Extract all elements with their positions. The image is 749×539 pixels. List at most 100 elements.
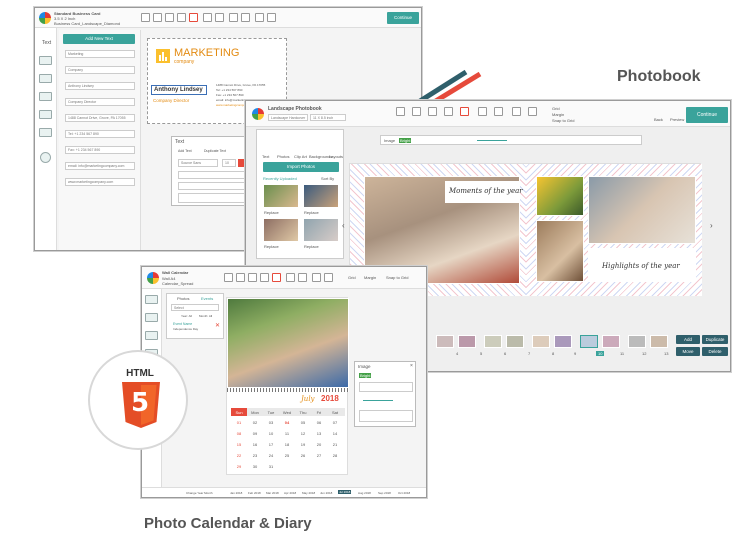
zoom-out-button[interactable]	[324, 273, 333, 282]
month-chip[interactable]: Feb 2018	[248, 491, 261, 495]
sidebar-item-shapes[interactable]	[39, 74, 52, 83]
tab-photos[interactable]: Photos	[177, 296, 189, 301]
add-photo-button[interactable]	[141, 13, 150, 22]
font-select[interactable]: Source Sans	[178, 159, 218, 167]
tab-text[interactable]: Text	[262, 154, 269, 159]
text-field-8[interactable]: email: info@marketingcompany.com	[65, 162, 135, 170]
undo-button[interactable]	[203, 13, 212, 22]
replace-button[interactable]: Replace	[304, 244, 319, 249]
zoom-out-button[interactable]	[528, 107, 537, 116]
day-cell[interactable]: 23	[247, 453, 263, 458]
delete-button[interactable]	[272, 273, 281, 282]
day-cell[interactable]: 01	[231, 420, 247, 425]
margin-checkbox[interactable]: Margin	[364, 275, 376, 280]
year-filter[interactable]: Year: All	[181, 314, 192, 318]
upload-thumb-4[interactable]	[303, 218, 339, 242]
day-cell[interactable]: 15	[231, 442, 247, 447]
duplicate-text-link[interactable]: Duplicate Text	[204, 149, 226, 153]
sidebar-item-text[interactable]	[145, 295, 158, 304]
zoom-in-button[interactable]	[312, 273, 321, 282]
paste-button[interactable]	[260, 273, 269, 282]
zoom-in-button[interactable]	[229, 13, 238, 22]
day-cell[interactable]: 16	[247, 442, 263, 447]
text-field-2[interactable]: Company	[65, 66, 135, 74]
redo-button[interactable]	[298, 273, 307, 282]
tab-events[interactable]: Events	[201, 296, 213, 301]
sidebar-item-help[interactable]	[40, 152, 51, 163]
month-chip[interactable]: Jan 2018	[230, 491, 242, 495]
settings-button[interactable]	[267, 13, 276, 22]
month-chip[interactable]: Oct 2018	[398, 491, 410, 495]
month-chip[interactable]: Apr 2018	[284, 491, 296, 495]
day-cell-event[interactable]: 04	[279, 420, 295, 425]
image-actions-row[interactable]	[359, 410, 413, 422]
month-filter[interactable]: Month: All	[199, 314, 212, 318]
page-thumb[interactable]	[436, 335, 454, 348]
upload-thumb-3[interactable]	[263, 218, 299, 242]
sunflower-photo[interactable]	[536, 176, 584, 216]
sidebar-item-stickers[interactable]	[39, 92, 52, 101]
margin-checkbox[interactable]: Margin	[552, 112, 564, 117]
page-thumb[interactable]	[484, 335, 502, 348]
text-actions-row[interactable]	[178, 193, 246, 203]
text-style-row[interactable]	[178, 171, 246, 179]
add-photo-button[interactable]	[224, 273, 233, 282]
text-field-1[interactable]: Marketing	[65, 50, 135, 58]
next-page-arrow[interactable]: ›	[710, 221, 713, 230]
day-cell[interactable]: 26	[295, 453, 311, 458]
text-align-row[interactable]	[178, 182, 246, 190]
pb-continue-button[interactable]: Continue	[686, 107, 728, 123]
day-cell[interactable]: 17	[263, 442, 279, 447]
day-cell[interactable]: 29	[231, 464, 247, 469]
import-photos-button[interactable]: Import Photos	[263, 162, 339, 172]
pb-size-select[interactable]: 11 X 8.5 inch	[310, 114, 346, 121]
delete-page-button[interactable]: Delete	[702, 347, 728, 356]
day-cell[interactable]: 25	[279, 453, 295, 458]
day-cell[interactable]: 05	[295, 420, 311, 425]
change-year-month-button[interactable]: Change Year Month	[186, 491, 213, 495]
day-cell[interactable]: 13	[311, 431, 327, 436]
page-thumb[interactable]	[554, 335, 572, 348]
text-field-9[interactable]: www.marketingcompany.com	[65, 178, 135, 186]
day-cell[interactable]: 12	[295, 431, 311, 436]
bc-continue-button[interactable]: Continue	[387, 12, 419, 24]
add-photo-button[interactable]	[396, 107, 405, 116]
tab-photos[interactable]: Photos	[277, 154, 289, 159]
paste-button[interactable]	[444, 107, 453, 116]
page-thumb[interactable]	[602, 335, 620, 348]
pb-cover-select[interactable]: Landscape Hardcover	[268, 114, 308, 121]
undo-button[interactable]	[286, 273, 295, 282]
layers-button[interactable]	[255, 13, 264, 22]
tab-layouts[interactable]: Layouts	[329, 154, 343, 159]
zoom-slider[interactable]	[477, 140, 507, 141]
sidebar-item-templates[interactable]	[39, 128, 52, 137]
day-cell[interactable]: 14	[327, 431, 343, 436]
couple-photo-small[interactable]	[536, 220, 584, 282]
month-chip[interactable]: Sep 2018	[378, 491, 391, 495]
text-field-6[interactable]: Tel: +1 234 567 890	[65, 130, 135, 138]
replace-button[interactable]: Replace	[264, 244, 279, 249]
add-new-text-button[interactable]: Add New Text	[63, 34, 135, 44]
sidebar-item-shapes[interactable]	[145, 331, 158, 340]
font-size-select[interactable]: 10	[222, 159, 236, 167]
copy-button[interactable]	[428, 107, 437, 116]
event-select[interactable]: Select	[171, 304, 219, 311]
day-cell[interactable]: 20	[311, 442, 327, 447]
grid-checkbox[interactable]: Grid	[552, 106, 560, 111]
page-thumb[interactable]	[506, 335, 524, 348]
redo-button[interactable]	[215, 13, 224, 22]
text-field-4[interactable]: Company Director	[65, 98, 135, 106]
upload-thumb-1[interactable]	[263, 184, 299, 208]
delete-event-icon[interactable]: ✕	[215, 322, 220, 329]
month-chip[interactable]: Mar 2018	[266, 491, 279, 495]
zoom-out-button[interactable]	[241, 13, 250, 22]
bright-toggle[interactable]: Bright	[399, 138, 412, 143]
day-cell[interactable]: 18	[279, 442, 295, 447]
text-field-3[interactable]: Anthony Lindsey	[65, 82, 135, 90]
day-cell[interactable]: 31	[263, 464, 279, 469]
grid-checkbox[interactable]: Grid	[348, 275, 356, 280]
snap-checkbox[interactable]: Snap to Grid	[552, 118, 574, 123]
prev-page-arrow[interactable]: ‹	[342, 221, 345, 230]
back-button[interactable]: Back	[654, 117, 663, 122]
duplicate-page-button[interactable]: Duplicate	[702, 335, 728, 344]
